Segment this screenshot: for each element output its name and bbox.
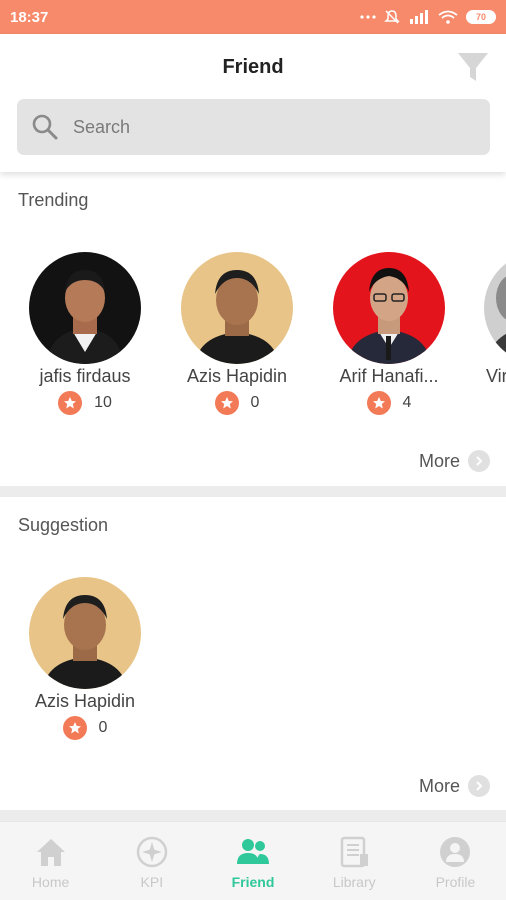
suggestion-more-button[interactable]: More: [419, 775, 490, 797]
trending-person-card[interactable]: jafis firdaus 10: [15, 252, 155, 415]
person-name: Azis Hapidin: [34, 691, 136, 711]
nav-label: KPI: [140, 874, 164, 890]
trending-more-button[interactable]: More: [419, 450, 490, 472]
nav-label: Profile: [435, 874, 476, 890]
nav-label: Library: [332, 874, 376, 890]
nav-profile[interactable]: Profile: [405, 822, 506, 900]
wifi-icon: [438, 10, 458, 24]
score-value: 0: [250, 394, 260, 411]
person-score: 0: [15, 716, 155, 740]
status-time: 18:37: [10, 8, 49, 26]
avatar: [181, 252, 293, 364]
mute-icon: [384, 10, 400, 24]
avatar: [333, 252, 445, 364]
suggestion-title: Suggestion: [18, 515, 109, 535]
compass-icon: [136, 836, 168, 868]
more-label: More: [418, 775, 460, 796]
star-icon: [214, 391, 239, 415]
status-icons: 70: [360, 9, 496, 25]
search-icon: [32, 114, 58, 140]
search-input[interactable]: [73, 116, 433, 138]
nav-kpi[interactable]: KPI: [101, 822, 202, 900]
people-icon: [237, 839, 269, 864]
score-value: 4: [402, 394, 412, 411]
score-value: 0: [98, 719, 108, 736]
person-name: jafis firdaus: [39, 366, 131, 386]
person-score: 10: [15, 391, 155, 415]
chevron-right-icon: [468, 775, 490, 797]
trending-person-card[interactable]: Azis Hapidin 0: [167, 252, 307, 415]
trending-title: Trending: [18, 190, 89, 210]
library-icon: [340, 836, 369, 868]
nav-home[interactable]: Home: [0, 822, 101, 900]
status-bar: 18:37 70: [0, 0, 506, 34]
signal-dots-icon: [360, 15, 376, 19]
trending-person-card[interactable]: Vir: [471, 252, 506, 387]
suggestion-section: Suggestion Azis Hapidin 0 More: [0, 497, 506, 810]
search-bar[interactable]: [17, 99, 490, 155]
page-title: Friend: [222, 56, 284, 78]
person-score: 4: [319, 391, 459, 415]
chevron-right-icon: [468, 450, 490, 472]
battery-icon: 70: [466, 10, 496, 24]
avatar: [29, 577, 141, 689]
avatar: [484, 252, 506, 364]
person-name: Arif Hanafi...: [339, 366, 439, 386]
cell-signal-icon: [410, 10, 428, 24]
header: Friend: [0, 34, 506, 172]
star-icon: [58, 391, 83, 415]
score-value: 10: [94, 394, 112, 411]
filter-icon[interactable]: [455, 49, 491, 85]
trending-section: Trending jafis firdaus 10 Azis Hapidin 0…: [0, 172, 506, 486]
nav-library[interactable]: Library: [304, 822, 405, 900]
star-icon: [366, 391, 391, 415]
nav-label: Friend: [231, 874, 275, 890]
person-name: Azis Hapidin: [186, 366, 288, 386]
bottom-nav: Home KPI Friend Library Profile: [0, 821, 506, 900]
nav-friend[interactable]: Friend: [202, 822, 303, 900]
nav-label: Home: [31, 874, 70, 890]
person-name: Vir: [486, 366, 506, 386]
more-label: More: [418, 450, 460, 471]
battery-level: 70: [475, 12, 486, 22]
person-score: 0: [167, 391, 307, 415]
avatar: [29, 252, 141, 364]
home-icon: [36, 839, 65, 866]
trending-person-card[interactable]: Arif Hanafi... 4: [319, 252, 459, 415]
profile-icon: [440, 837, 471, 867]
suggestion-person-card[interactable]: Azis Hapidin 0: [15, 577, 155, 740]
star-icon: [62, 716, 87, 740]
